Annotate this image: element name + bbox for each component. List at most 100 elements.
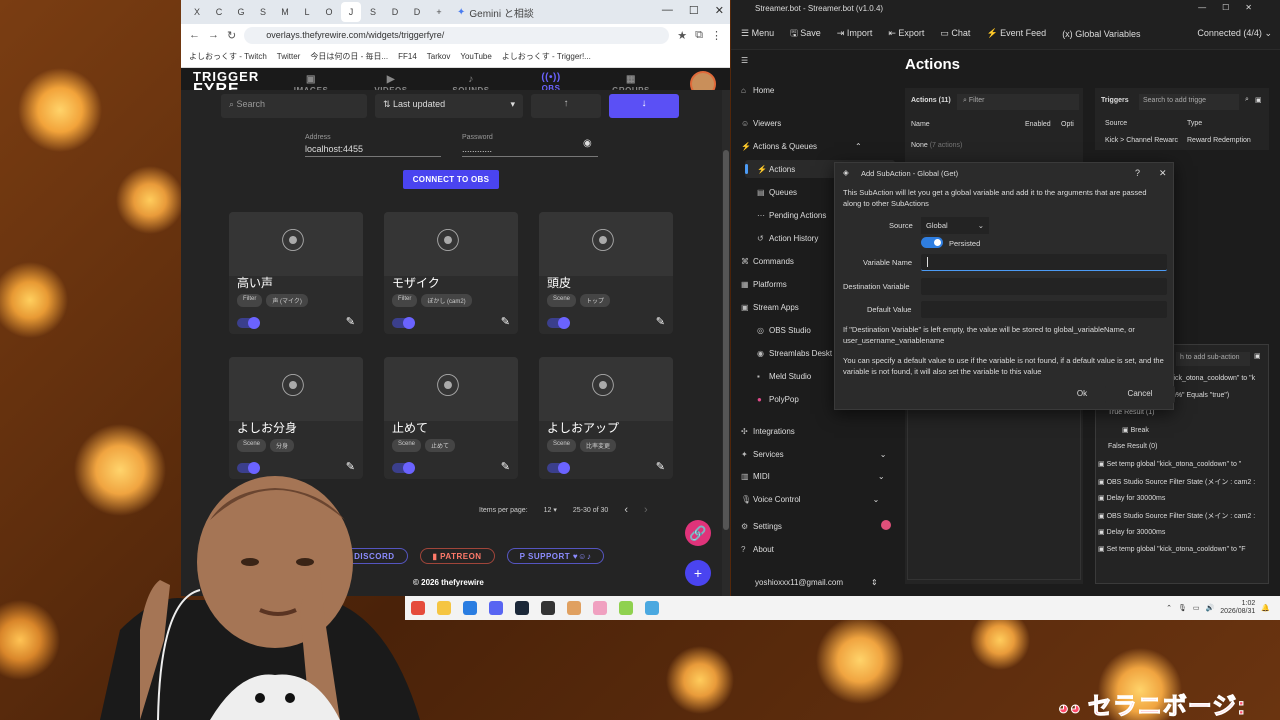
sidebar-item-settings[interactable]: ⚙ Settings bbox=[741, 522, 782, 531]
trigger-search-icon[interactable]: ⌕ bbox=[1245, 96, 1249, 104]
add-fab[interactable]: + bbox=[685, 560, 711, 586]
col-name[interactable]: Name bbox=[911, 121, 930, 128]
subaction-row[interactable]: True Result (1) bbox=[1108, 409, 1154, 416]
sort-desc-button[interactable]: ↓ bbox=[609, 94, 679, 118]
col-options[interactable]: Opti bbox=[1061, 121, 1074, 128]
trigger-options-icon[interactable]: ▣ bbox=[1255, 96, 1262, 104]
scrollbar[interactable] bbox=[722, 90, 730, 596]
menu-dots-icon[interactable]: ⋮ bbox=[711, 29, 722, 42]
subaction-row[interactable]: ▣ OBS Studio Source Filter State (メイン : … bbox=[1098, 477, 1255, 487]
minimize-icon[interactable]: — bbox=[662, 4, 673, 17]
bookmark-item[interactable]: FF14 bbox=[398, 52, 417, 61]
scrollbar-thumb[interactable] bbox=[723, 150, 729, 530]
trigger-search-input[interactable]: Search to add trigge bbox=[1139, 94, 1239, 110]
help-icon[interactable]: ? bbox=[1135, 168, 1140, 178]
steam-icon[interactable] bbox=[515, 601, 529, 615]
sidebar-item-actions[interactable]: ⚡ Actions bbox=[757, 165, 795, 174]
notification-icon[interactable]: 🔔 bbox=[1261, 604, 1270, 612]
patreon-link[interactable]: ▮ PATREON bbox=[419, 548, 495, 564]
items-per-page-select[interactable]: 12 ▾ bbox=[544, 506, 557, 514]
sidebar-item-viewers[interactable]: ☺ Viewers bbox=[741, 119, 781, 128]
trigger-source[interactable]: Kick > Channel Rewarc bbox=[1105, 137, 1178, 144]
edit-icon[interactable]: ✎ bbox=[656, 315, 665, 328]
vscode-icon[interactable] bbox=[463, 601, 477, 615]
obs-card[interactable]: ⦿ よしおアップ Scene 比率変更 ✎ bbox=[539, 357, 673, 479]
tab-x[interactable]: X bbox=[187, 2, 207, 22]
tab-d2[interactable]: D bbox=[407, 2, 427, 22]
subaction-row[interactable]: ▣ Delay for 30000ms bbox=[1098, 528, 1165, 536]
app-icon[interactable] bbox=[567, 601, 581, 615]
sidebar-item-integrations[interactable]: ✣ Integrations bbox=[741, 427, 795, 436]
sidebar-item-queues[interactable]: ▤ Queues bbox=[757, 188, 797, 197]
next-page-icon[interactable]: › bbox=[644, 504, 648, 516]
connection-status[interactable]: Connected (4/4) ⌄ bbox=[1197, 28, 1272, 39]
subaction-row[interactable]: kick_otona_cooldown" to "k bbox=[1170, 375, 1255, 382]
extensions-icon[interactable]: ⧉ bbox=[695, 29, 703, 42]
default-value-input[interactable] bbox=[921, 301, 1167, 318]
volume-icon[interactable]: 🔊 bbox=[1206, 604, 1215, 612]
chat-button[interactable]: ▭ Chat bbox=[940, 28, 970, 39]
bookmark-item[interactable]: Tarkov bbox=[427, 52, 451, 61]
sidebar-item-pending[interactable]: ⋯ Pending Actions bbox=[757, 211, 826, 220]
bookmark-item[interactable]: Twitter bbox=[277, 52, 301, 61]
window-controls[interactable]: —☐✕ bbox=[1198, 3, 1268, 12]
new-tab-button[interactable]: + bbox=[429, 2, 449, 22]
export-button[interactable]: ⇤ Export bbox=[888, 28, 924, 39]
mic-icon[interactable]: 🎙 bbox=[1178, 604, 1187, 612]
account-selector[interactable]: yoshioxxx11@gmail.com ⇕ bbox=[755, 578, 878, 587]
app-icon[interactable] bbox=[619, 601, 633, 615]
obs-card[interactable]: ⦿ よしお分身 Scene 分身 ✎ bbox=[229, 357, 363, 479]
import-button[interactable]: ⇥ Import bbox=[837, 28, 873, 39]
streamerbot-icon[interactable] bbox=[645, 601, 659, 615]
network-icon[interactable]: ▭ bbox=[1193, 604, 1200, 612]
sidebar-item-actions-queues[interactable]: ⚡ Actions & Queues ⌃ bbox=[741, 142, 862, 151]
edit-icon[interactable]: ✎ bbox=[501, 460, 510, 473]
tab-g[interactable]: G bbox=[231, 2, 251, 22]
maximize-icon[interactable]: ☐ bbox=[689, 4, 699, 17]
reload-icon[interactable]: ↻ bbox=[227, 29, 236, 42]
sort-asc-button[interactable]: ↑ bbox=[531, 94, 601, 118]
clock[interactable]: 1:02 2026/08/31 bbox=[1220, 600, 1255, 616]
destination-input[interactable] bbox=[921, 278, 1167, 295]
connect-obs-button[interactable]: CONNECT TO OBS bbox=[403, 170, 499, 189]
bookmark-item[interactable]: よしおっくす - Trigger!... bbox=[502, 51, 591, 62]
col-type[interactable]: Type bbox=[1187, 120, 1202, 127]
sidebar-item-voice[interactable]: 🎙 Voice Control ⌄ bbox=[741, 495, 879, 504]
edit-icon[interactable]: ✎ bbox=[656, 460, 665, 473]
back-icon[interactable]: ← bbox=[189, 29, 200, 41]
forward-icon[interactable]: → bbox=[208, 29, 219, 41]
sidebar-item-midi[interactable]: ▥ MIDI ⌄ bbox=[741, 472, 885, 481]
enable-toggle[interactable] bbox=[392, 317, 415, 329]
subaction-options-icon[interactable]: ▣ bbox=[1254, 352, 1261, 360]
bookmark-item[interactable]: 今日は何の日 - 毎日... bbox=[310, 51, 388, 62]
prev-page-icon[interactable]: ‹ bbox=[624, 504, 628, 516]
col-enabled[interactable]: Enabled bbox=[1025, 121, 1051, 128]
edit-icon[interactable]: ✎ bbox=[346, 315, 355, 328]
eye-off-icon[interactable]: ◉ bbox=[583, 138, 592, 149]
tab-gemini[interactable]: ✦ Gemini と相談 bbox=[451, 2, 581, 22]
sidebar-item-obs[interactable]: ◎ OBS Studio bbox=[757, 326, 811, 335]
sidebar-item-about[interactable]: ? About bbox=[741, 545, 774, 554]
edit-icon[interactable]: ✎ bbox=[501, 315, 510, 328]
tab-s[interactable]: S bbox=[253, 2, 273, 22]
subaction-row[interactable]: False Result (0) bbox=[1108, 443, 1157, 450]
menu-button[interactable]: ☰ Menu bbox=[741, 28, 774, 39]
discord-icon[interactable] bbox=[489, 601, 503, 615]
subaction-row[interactable]: ▣ Delay for 30000ms bbox=[1098, 494, 1165, 502]
global-variables-button[interactable]: (x) Global Variables bbox=[1062, 29, 1140, 39]
url-field[interactable]: overlays.thefyrewire.com/widgets/trigger… bbox=[244, 26, 670, 44]
enable-toggle[interactable] bbox=[237, 317, 260, 329]
obs-icon[interactable] bbox=[541, 601, 555, 615]
subaction-search-input[interactable]: h to add sub-action bbox=[1176, 352, 1250, 366]
link-fab[interactable]: 🔗 bbox=[685, 520, 711, 546]
sidebar-item-services[interactable]: ✦ Services ⌄ bbox=[741, 450, 886, 459]
sidebar-item-home[interactable]: ⌂ Home bbox=[741, 86, 774, 95]
tab-s2[interactable]: S bbox=[363, 2, 383, 22]
subaction-row[interactable]: ▣ OBS Studio Source Filter State (メイン : … bbox=[1098, 511, 1255, 521]
close-icon[interactable]: ✕ bbox=[1159, 168, 1167, 179]
subaction-row[interactable]: ▣ Break bbox=[1122, 426, 1149, 434]
sidebar-item-commands[interactable]: ⌘ Commands bbox=[741, 257, 794, 266]
support-link[interactable]: P SUPPORT ♥☺♪ bbox=[506, 548, 605, 564]
subaction-row[interactable]: m%" Equals "true") bbox=[1170, 392, 1229, 399]
col-source[interactable]: Source bbox=[1105, 120, 1127, 127]
